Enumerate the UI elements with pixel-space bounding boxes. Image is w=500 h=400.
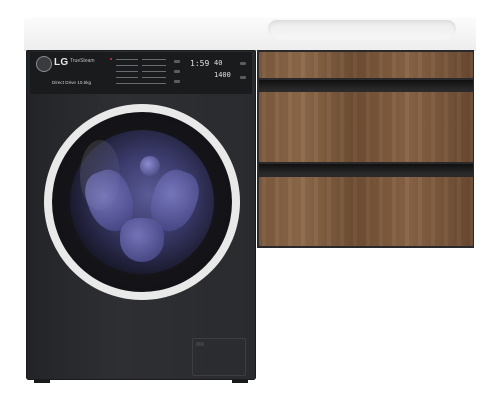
sub-brand-label: TrueSteam [70, 58, 95, 64]
middle-drawer[interactable] [259, 92, 473, 162]
drum-hub [140, 156, 160, 176]
option-button[interactable] [174, 70, 180, 73]
program-option [142, 77, 166, 78]
status-display: 1:59 40 1400 [180, 57, 238, 87]
program-selector[interactable] [108, 55, 170, 91]
sink-bowl [268, 20, 456, 40]
drawer-handle-channel[interactable] [259, 164, 473, 174]
program-option [116, 77, 138, 78]
program-option [116, 83, 166, 84]
start-pause-button[interactable] [240, 76, 246, 79]
power-button[interactable] [240, 62, 246, 65]
spin-readout: 1400 [214, 71, 231, 79]
program-option [142, 65, 166, 66]
lg-logo-icon [36, 56, 52, 72]
glass-reflection [80, 140, 120, 210]
time-readout: 1:59 [190, 59, 210, 68]
program-option [142, 59, 166, 60]
drum-paddle [120, 218, 164, 262]
program-option [116, 65, 138, 66]
brand-label: LG [54, 57, 69, 68]
laundry-furniture-scene: LG TrueSteam Direct Drive 10.5kg 1:59 40… [0, 0, 500, 400]
option-button[interactable] [174, 60, 180, 63]
capacity-label: Direct Drive 10.5kg [52, 80, 92, 85]
program-option [142, 71, 166, 72]
program-indicator-icon [110, 58, 112, 60]
top-drawer[interactable] [259, 52, 473, 78]
option-button[interactable] [174, 80, 180, 83]
program-option [116, 59, 138, 60]
filter-door-notch [196, 342, 204, 346]
program-option [116, 71, 138, 72]
washer-foot [34, 380, 50, 383]
drawer-handle-channel[interactable] [259, 80, 473, 90]
temperature-readout: 40 [214, 59, 223, 67]
bottom-drawer[interactable] [259, 177, 473, 246]
washer-foot [232, 380, 248, 383]
